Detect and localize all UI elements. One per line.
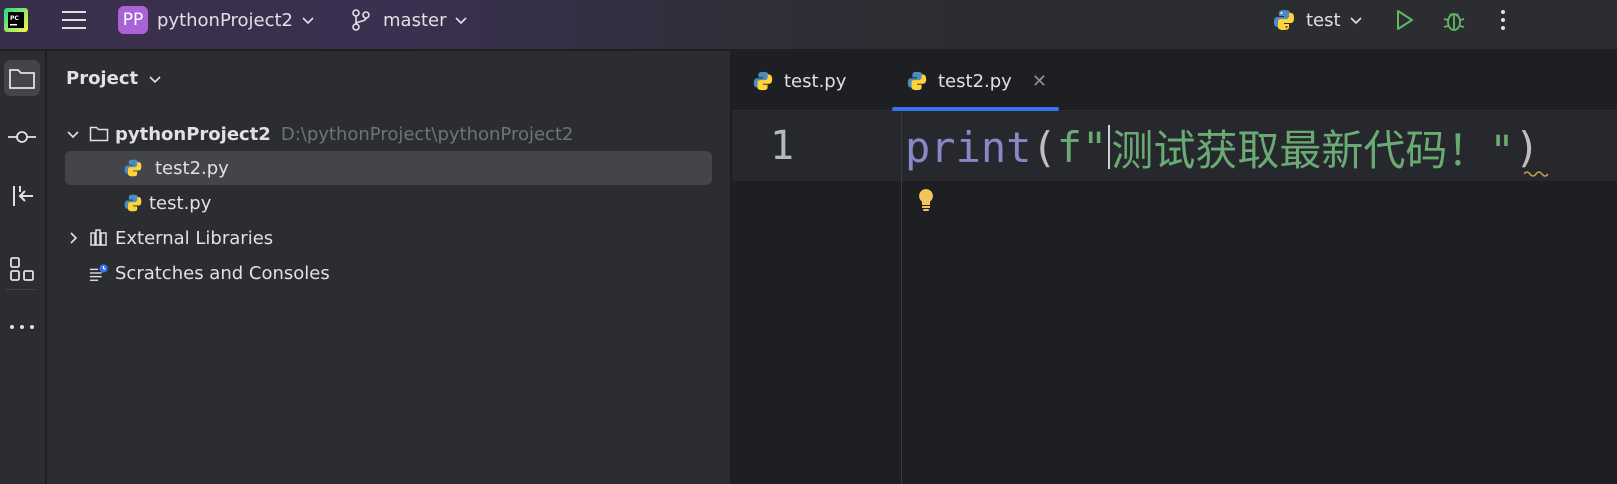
tree-file-test[interactable]: test.py xyxy=(65,186,211,220)
tab-label: test.py xyxy=(784,70,847,92)
structure-icon[interactable] xyxy=(4,251,40,287)
lightbulb-icon[interactable] xyxy=(916,187,936,213)
code-close-paren: ) xyxy=(1514,122,1540,172)
project-tool-icon[interactable] xyxy=(4,60,40,96)
more-vertical-icon[interactable] xyxy=(1496,7,1510,33)
toolstrip-divider xyxy=(6,289,36,290)
run-config-name: test xyxy=(1306,9,1341,31)
tab-test2-py[interactable]: test2.py ✕ xyxy=(892,51,1059,111)
scratches-label: Scratches and Consoles xyxy=(115,262,330,284)
chevron-right-icon xyxy=(70,232,78,244)
python-file-icon xyxy=(124,159,142,177)
code-open-paren: ( xyxy=(1031,122,1057,172)
debug-icon[interactable] xyxy=(1441,7,1467,33)
project-selector[interactable]: pythonProject2 xyxy=(157,8,315,32)
root-folder-name: pythonProject2 xyxy=(115,123,271,145)
editor-area: test.py test2.py ✕ 1 print(f" 测试获取最新代码！") xyxy=(732,51,1617,484)
tree-file-test2[interactable]: test2.py xyxy=(65,151,712,185)
pycharm-logo-icon: PC xyxy=(4,8,28,32)
chevron-down-icon xyxy=(149,75,161,83)
tree-scratches[interactable]: Scratches and Consoles xyxy=(65,256,330,290)
project-badge[interactable]: PP xyxy=(118,6,148,34)
branch-name: master xyxy=(383,9,447,31)
code-fstring-prefix: f" xyxy=(1056,122,1108,172)
scratches-icon xyxy=(89,264,108,281)
project-tool-window: Project pythonProject2 D:\pythonProject\… xyxy=(47,51,731,484)
file-name: test2.py xyxy=(155,157,229,179)
svg-text:PC: PC xyxy=(10,15,19,22)
editor-gutter xyxy=(732,111,902,484)
more-tools-icon[interactable] xyxy=(4,309,40,345)
commit-icon[interactable] xyxy=(4,119,40,155)
external-libraries-label: External Libraries xyxy=(115,227,274,249)
python-file-icon xyxy=(907,71,927,91)
chevron-down-icon xyxy=(302,17,314,25)
tab-test-py[interactable]: test.py xyxy=(752,51,846,111)
code-keyword: print xyxy=(905,122,1032,172)
code-string: 测试获取最新代码！" xyxy=(1111,125,1515,175)
python-file-icon xyxy=(753,71,773,91)
main-toolbar: PC PP pythonProject2 master test xyxy=(0,0,1617,50)
pull-requests-icon[interactable] xyxy=(4,178,40,214)
git-branch-icon[interactable] xyxy=(350,8,372,32)
python-icon xyxy=(1272,8,1296,32)
main-menu-icon[interactable] xyxy=(60,6,88,34)
run-config-selector[interactable]: test xyxy=(1306,8,1363,32)
file-name: test.py xyxy=(149,192,212,214)
chevron-down-icon xyxy=(1350,17,1362,25)
editor-tab-bar: test.py test2.py ✕ xyxy=(732,51,1617,111)
folder-icon xyxy=(89,126,109,142)
close-icon[interactable]: ✕ xyxy=(1032,71,1047,92)
line-number: 1 xyxy=(770,123,795,169)
library-icon xyxy=(90,229,107,246)
chevron-down-icon xyxy=(67,131,79,139)
code-line[interactable]: print(f" 测试获取最新代码！") xyxy=(905,121,1540,175)
tool-window-strip xyxy=(0,51,46,484)
chevron-down-icon xyxy=(455,17,468,25)
tree-root-node[interactable]: pythonProject2 D:\pythonProject\pythonPr… xyxy=(65,117,573,151)
text-caret xyxy=(1108,125,1111,169)
tree-external-libraries[interactable]: External Libraries xyxy=(65,221,273,255)
project-panel-header[interactable]: Project xyxy=(66,68,162,89)
project-name: pythonProject2 xyxy=(157,9,294,31)
tab-label: test2.py xyxy=(938,70,1012,92)
python-file-icon xyxy=(124,194,142,212)
branch-selector[interactable]: master xyxy=(383,8,468,32)
panel-title: Project xyxy=(66,68,139,89)
run-icon[interactable] xyxy=(1392,8,1416,32)
root-folder-path: D:\pythonProject\pythonProject2 xyxy=(280,123,574,145)
warning-squiggle xyxy=(1524,171,1549,177)
